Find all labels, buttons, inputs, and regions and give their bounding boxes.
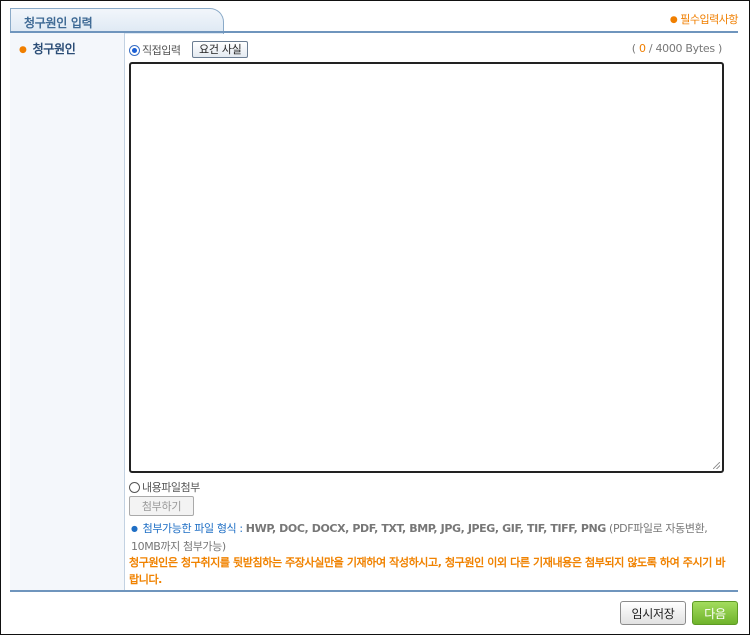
claim-reason-textarea[interactable] [129,62,724,473]
required-note: ● 필수입력사항 [669,11,739,27]
field-label-text: 청구원인 [32,42,76,56]
byte-counter-max: / 4000 Bytes ) [648,42,722,55]
section-title: 청구원인 입력 [24,16,93,30]
radio-file-attach[interactable] [129,482,140,493]
file-format-note: ● 첨부가능한 파일 형식 : HWP, DOC, DOCX, PDF, TXT,… [131,520,736,555]
byte-counter: ( 0 / 4000 Bytes ) [631,42,723,55]
file-format-label: 첨부가능한 파일 형식 : [142,522,243,535]
byte-counter-open: ( [631,42,636,55]
temp-save-button[interactable]: 임시저장 [620,601,686,625]
field-label: ● 청구원인 [19,40,76,57]
required-note-text: 필수입력사항 [680,13,738,26]
bullet-icon: ● [19,45,27,55]
byte-counter-current: 0 [638,42,646,55]
radio-direct-input[interactable] [129,45,140,56]
bullet-icon: ● [131,524,138,533]
file-format-list: HWP, DOC, DOCX, PDF, TXT, BMP, JPG, JPEG… [245,522,607,535]
footer-divider [10,590,738,592]
radio-direct-label[interactable]: 직접입력 [142,42,181,58]
radio-file-label[interactable]: 내용파일첨부 [142,479,200,495]
bullet-icon: ● [669,15,678,25]
attach-button[interactable]: 첨부하기 [129,496,194,516]
resize-handle-icon[interactable] [713,462,720,469]
warning-note: 청구원인은 청구취지를 뒷받침하는 주장사실만을 기재하여 작성하시고, 청구원… [129,556,726,586]
summary-button[interactable]: 요건 사실 [192,41,249,58]
label-column [10,33,125,590]
next-button[interactable]: 다음 [692,601,738,625]
